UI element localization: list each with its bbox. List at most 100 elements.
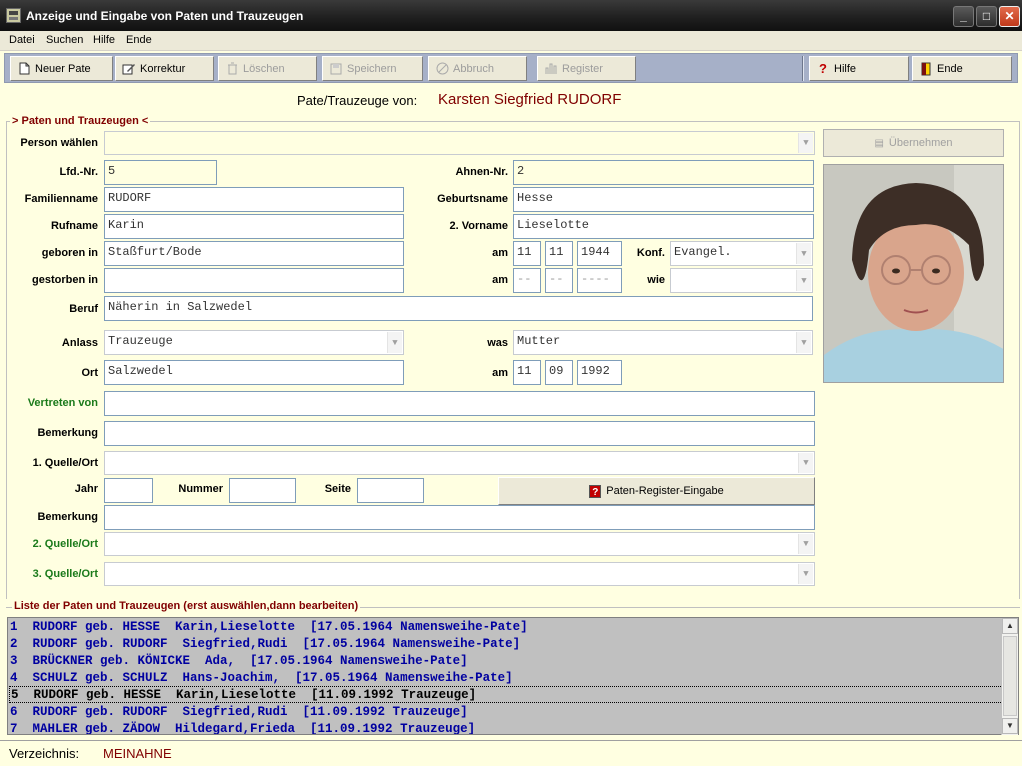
korrektur-button[interactable]: Korrektur bbox=[115, 56, 214, 81]
list-item[interactable]: 4 SCHULZ geb. SCHULZ Hans-Joachim, [17.0… bbox=[10, 670, 513, 687]
ende-button[interactable]: Ende bbox=[912, 56, 1012, 81]
abbruch-button[interactable]: Abbruch bbox=[428, 56, 527, 81]
chevron-down-icon[interactable]: ▼ bbox=[798, 133, 813, 153]
vertreten-von-field[interactable] bbox=[104, 391, 815, 416]
bemerkung1-field[interactable] bbox=[104, 421, 815, 446]
group-frame-right bbox=[1019, 121, 1020, 599]
new-document-icon bbox=[17, 62, 31, 76]
list-item[interactable]: 3 BRÜCKNER geb. KÖNICKE Ada, [17.05.1964… bbox=[10, 653, 468, 670]
ort-tag-field[interactable]: 11 bbox=[513, 360, 541, 385]
person-waehlen-select[interactable]: ▼ bbox=[104, 131, 815, 155]
register-icon bbox=[544, 62, 558, 76]
rufname-field[interactable]: Karin bbox=[104, 214, 404, 239]
quelle1-select[interactable]: ▼ bbox=[104, 451, 815, 475]
vorname2-field[interactable]: Lieselotte bbox=[513, 214, 814, 239]
chevron-down-icon[interactable]: ▼ bbox=[798, 453, 813, 473]
ort-field[interactable]: Salzwedel bbox=[104, 360, 404, 385]
chevron-down-icon[interactable]: ▼ bbox=[387, 332, 402, 353]
menu-datei[interactable]: Datei bbox=[9, 34, 35, 46]
register-label: Register bbox=[562, 62, 603, 75]
group-frame-top bbox=[6, 121, 1020, 122]
help-book-icon: ? bbox=[589, 484, 602, 498]
familienname-label: Familienname bbox=[24, 193, 98, 205]
familienname-field[interactable]: RUDORF bbox=[104, 187, 404, 212]
gest-jahr-field[interactable]: ---- bbox=[577, 268, 622, 293]
geb-monat-field[interactable]: 11 bbox=[545, 241, 573, 266]
was-select[interactable]: Mutter ▼ bbox=[513, 330, 813, 355]
title-bar: Anzeige und Eingabe von Paten und Trauze… bbox=[0, 0, 1022, 31]
wie-select[interactable]: ▼ bbox=[670, 268, 813, 293]
ende-label: Ende bbox=[937, 62, 963, 75]
status-label: Verzeichnis: bbox=[9, 746, 80, 761]
list-item[interactable]: 7 MAHLER geb. ZÄDOW Hildegard,Frieda [11… bbox=[10, 721, 475, 734]
loeschen-button[interactable]: Löschen bbox=[218, 56, 317, 81]
paten-register-eingabe-button[interactable]: ? Paten-Register-Eingabe bbox=[498, 477, 815, 505]
geboren-in-field[interactable]: Staßfurt/Bode bbox=[104, 241, 404, 266]
gestorben-in-label: gestorben in bbox=[31, 274, 98, 286]
edit-icon bbox=[122, 62, 136, 76]
menu-hilfe[interactable]: Hilfe bbox=[93, 34, 115, 46]
gest-tag-field[interactable]: -- bbox=[513, 268, 541, 293]
wie-label: wie bbox=[647, 274, 665, 286]
chevron-down-icon[interactable]: ▼ bbox=[798, 534, 813, 554]
lfd-nr-label: Lfd.-Nr. bbox=[59, 166, 99, 178]
konf-select[interactable]: Evangel. ▼ bbox=[670, 241, 813, 266]
ort-monat-field[interactable]: 09 bbox=[545, 360, 573, 385]
chevron-down-icon[interactable]: ▼ bbox=[796, 332, 811, 353]
ort-am-label: am bbox=[492, 367, 508, 379]
ort-jahr-field[interactable]: 1992 bbox=[577, 360, 622, 385]
list-item-selected[interactable]: 5 RUDORF geb. HESSE Karin,Lieselotte [11… bbox=[9, 686, 1003, 703]
neuer-pate-button[interactable]: Neuer Pate bbox=[10, 56, 113, 81]
list-title: Liste der Paten und Trauzeugen (erst aus… bbox=[12, 600, 361, 612]
chevron-down-icon[interactable]: ▼ bbox=[796, 270, 811, 291]
seite-label: Seite bbox=[324, 483, 351, 495]
help-icon: ? bbox=[819, 61, 827, 76]
list-item[interactable]: 6 RUDORF geb. RUDORF Siegfried,Rudi [11.… bbox=[10, 704, 468, 721]
bemerkung1-label: Bemerkung bbox=[37, 427, 98, 439]
gest-monat-field[interactable]: -- bbox=[545, 268, 573, 293]
uebernehmen-label: Übernehmen bbox=[888, 137, 953, 149]
seite-field[interactable] bbox=[357, 478, 424, 503]
bemerkung2-field[interactable] bbox=[104, 505, 815, 530]
quelle3-select[interactable]: ▼ bbox=[104, 562, 815, 586]
konf-label: Konf. bbox=[636, 247, 665, 259]
cancel-icon bbox=[435, 62, 449, 76]
scroll-thumb[interactable] bbox=[1003, 636, 1017, 716]
geburtsname-field[interactable]: Hesse bbox=[513, 187, 814, 212]
save-icon bbox=[329, 62, 343, 76]
quelle2-select[interactable]: ▼ bbox=[104, 532, 815, 556]
paten-list[interactable]: 1 RUDORF geb. HESSE Karin,Lieselotte [17… bbox=[7, 617, 1019, 735]
beruf-field[interactable]: Näherin in Salzwedel bbox=[104, 296, 813, 321]
register-button[interactable]: Register bbox=[537, 56, 636, 81]
list-scrollbar[interactable]: ▲ ▼ bbox=[1001, 618, 1018, 735]
maximize-button[interactable]: □ bbox=[976, 6, 997, 27]
transfer-icon: ▤ bbox=[874, 137, 884, 149]
ahnen-nr-field[interactable]: 2 bbox=[513, 160, 814, 185]
chevron-down-icon[interactable]: ▼ bbox=[798, 564, 813, 584]
hilfe-button[interactable]: ? Hilfe bbox=[809, 56, 909, 81]
scroll-up-button[interactable]: ▲ bbox=[1002, 618, 1018, 634]
geb-jahr-field[interactable]: 1944 bbox=[577, 241, 622, 266]
speichern-button[interactable]: Speichern bbox=[322, 56, 423, 81]
list-item[interactable]: 1 RUDORF geb. HESSE Karin,Lieselotte [17… bbox=[10, 619, 528, 636]
geburtsname-label: Geburtsname bbox=[437, 193, 508, 205]
jahr-field[interactable] bbox=[104, 478, 153, 503]
menu-bar: Datei Suchen Hilfe Ende bbox=[0, 31, 1022, 51]
list-item[interactable]: 2 RUDORF geb. RUDORF Siegfried,Rudi [17.… bbox=[10, 636, 520, 653]
close-button[interactable]: ✕ bbox=[999, 6, 1020, 27]
uebernehmen-button[interactable]: ▤ Übernehmen bbox=[823, 129, 1004, 157]
anlass-select[interactable]: Trauzeuge ▼ bbox=[104, 330, 404, 355]
nummer-field[interactable] bbox=[229, 478, 296, 503]
toolbar-separator bbox=[802, 56, 804, 81]
menu-suchen[interactable]: Suchen bbox=[46, 34, 83, 46]
jahr-label: Jahr bbox=[74, 483, 98, 495]
gestorben-in-field[interactable] bbox=[104, 268, 404, 293]
minimize-button[interactable]: _ bbox=[953, 6, 974, 27]
quelle2-label: 2. Quelle/Ort bbox=[32, 538, 98, 550]
vertreten-von-label: Vertreten von bbox=[27, 397, 98, 409]
menu-ende[interactable]: Ende bbox=[126, 34, 152, 46]
geb-tag-field[interactable]: 11 bbox=[513, 241, 541, 266]
lfd-nr-field[interactable]: 5 bbox=[104, 160, 217, 185]
chevron-down-icon[interactable]: ▼ bbox=[796, 243, 811, 264]
scroll-down-button[interactable]: ▼ bbox=[1002, 718, 1018, 734]
